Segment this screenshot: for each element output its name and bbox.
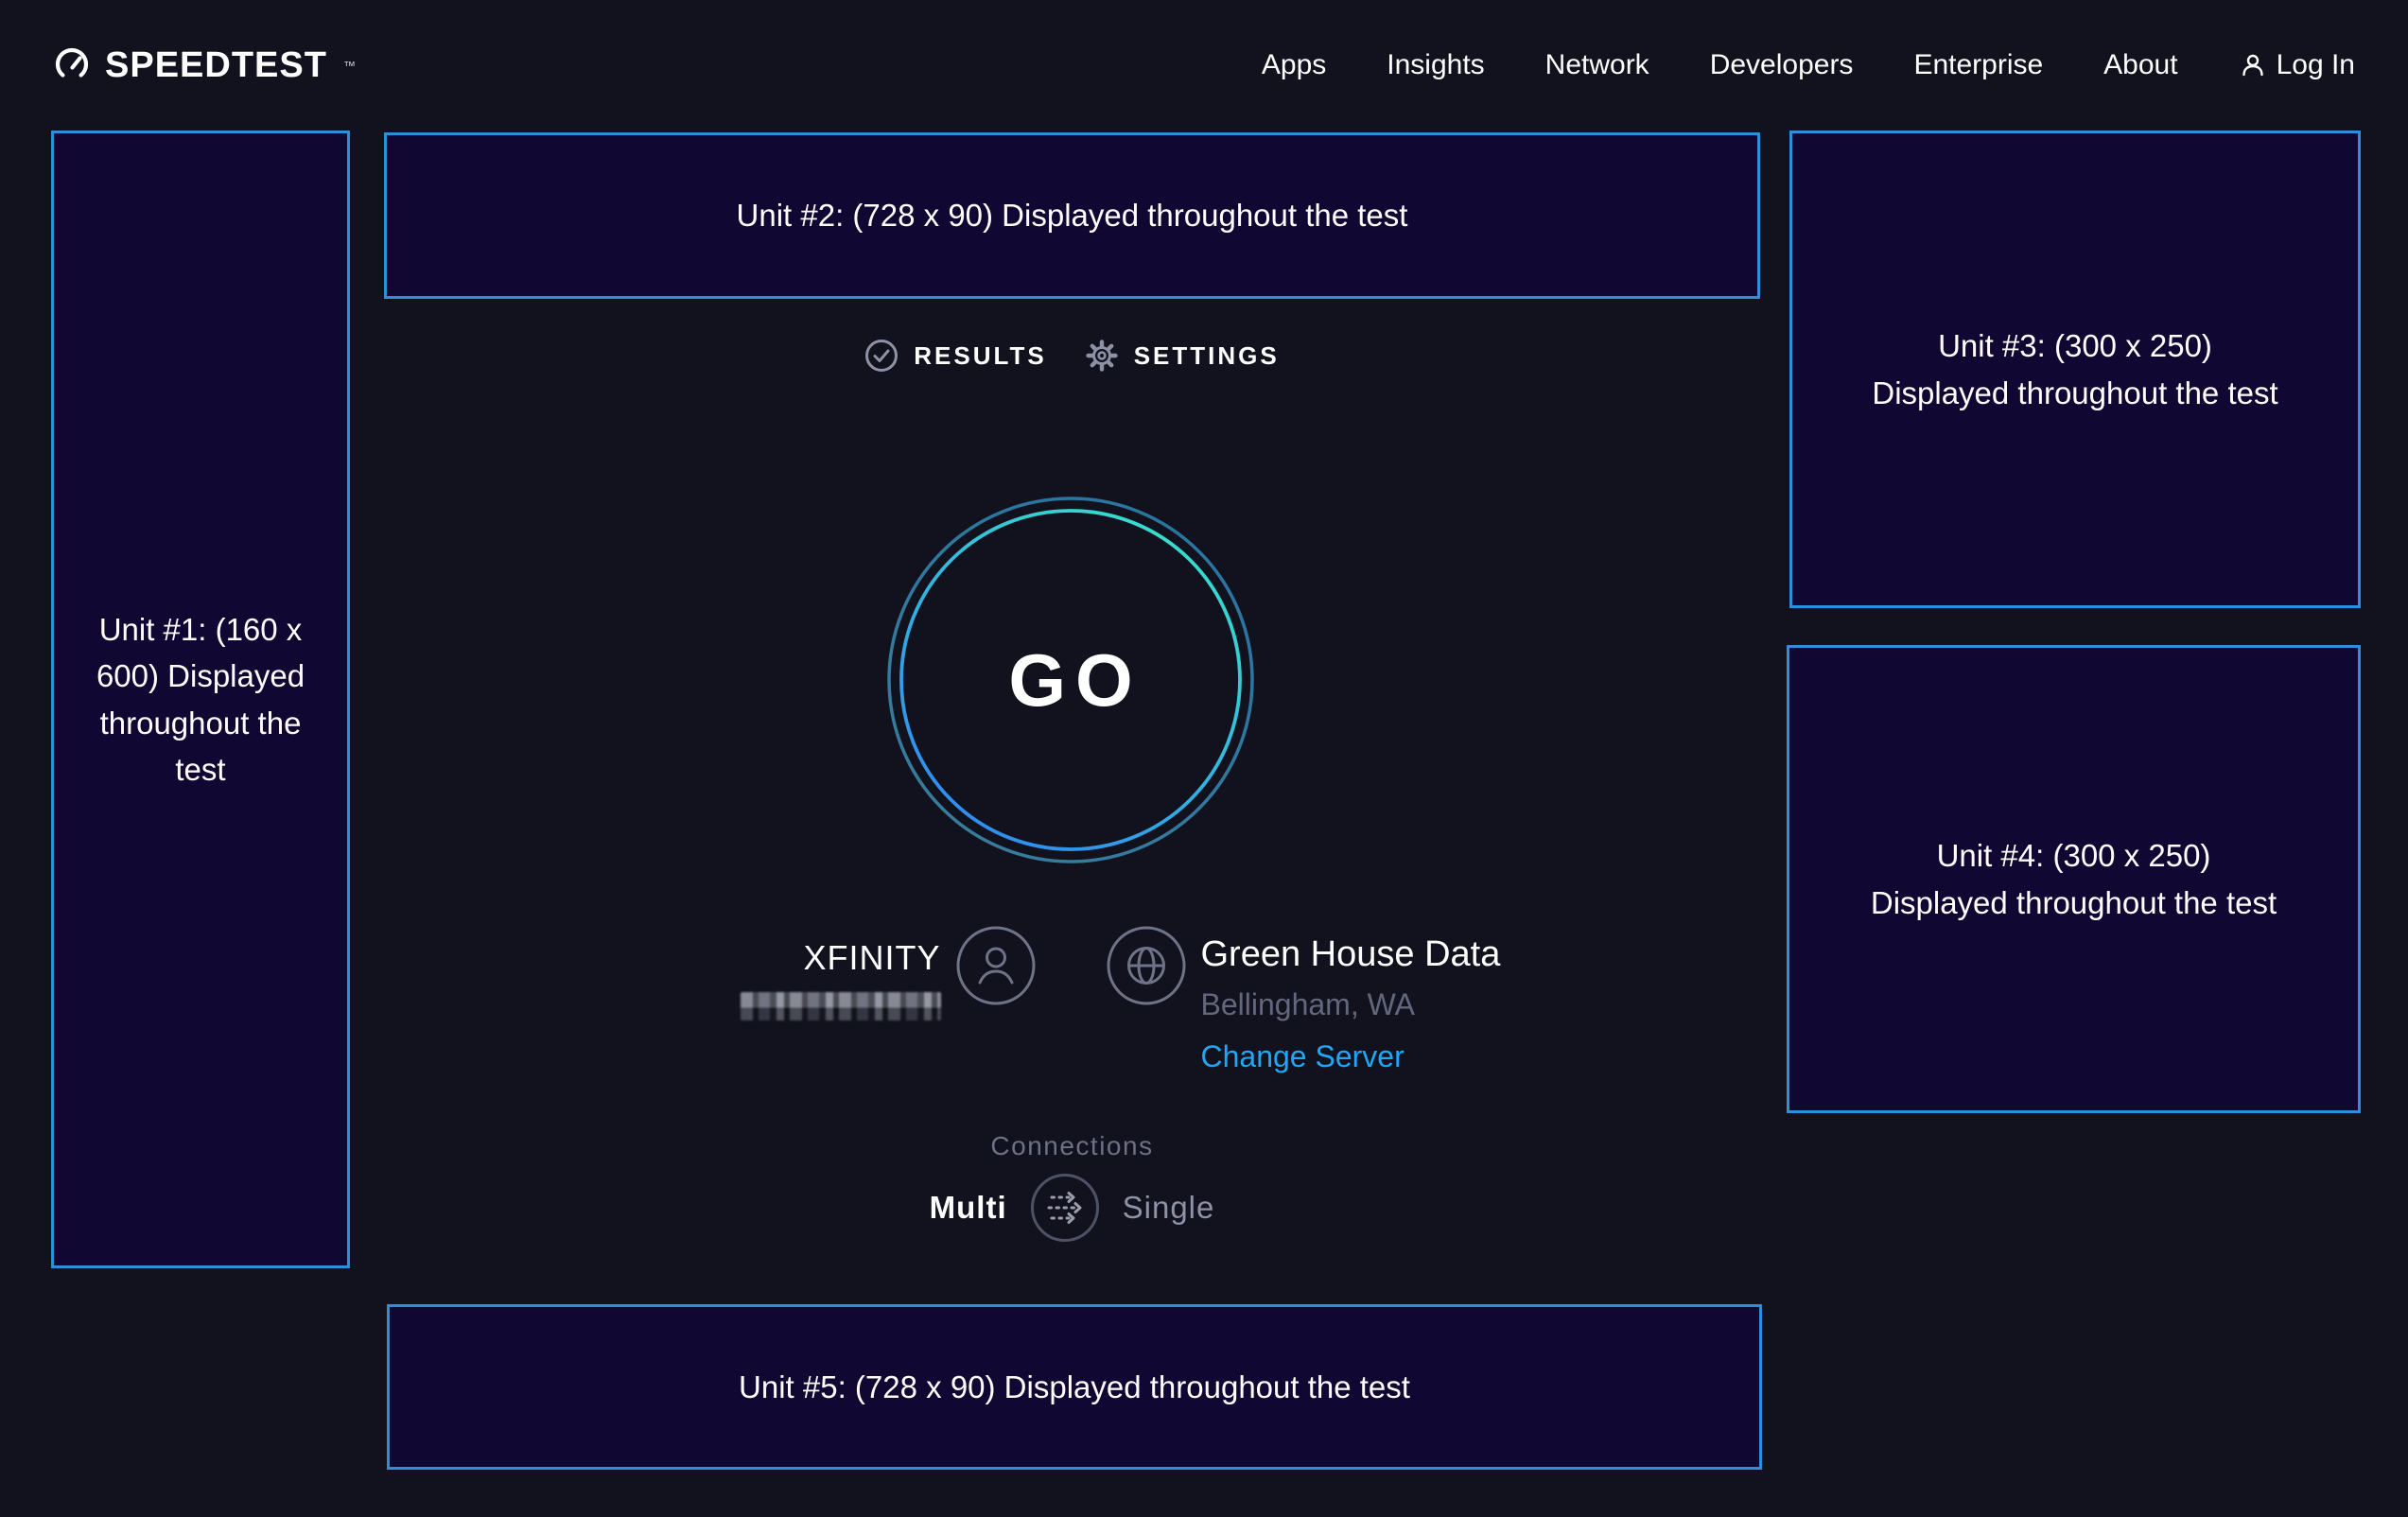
multi-arrows-icon: [1030, 1173, 1100, 1243]
tab-results[interactable]: RESULTS: [864, 339, 1046, 373]
test-meta: XFINITY Green Hous: [384, 926, 1760, 1074]
connections-label: Connections: [384, 1131, 1760, 1161]
ad-unit-4: Unit #4: (300 x 250) Displayed throughou…: [1787, 645, 2361, 1113]
ad-unit-1: Unit #1: (160 x 600) Displayed throughou…: [51, 131, 350, 1268]
main-nav: Apps Insights Network Developers Enterpr…: [1262, 49, 2355, 81]
tab-label: SETTINGS: [1134, 341, 1280, 371]
speedtest-logo[interactable]: SPEEDTEST ™: [53, 45, 356, 86]
isp-ip-redacted: [741, 992, 941, 1020]
multi-label[interactable]: Multi: [930, 1190, 1007, 1226]
change-server-link[interactable]: Change Server: [1201, 1039, 1405, 1074]
go-button[interactable]: GO: [884, 494, 1257, 866]
connections-section: Connections Multi: [384, 1131, 1760, 1243]
speedometer-icon: [53, 46, 91, 84]
globe-icon: [1107, 926, 1186, 1005]
ad-text: Unit #5: (728 x 90) Displayed throughout…: [739, 1364, 1410, 1411]
speedtest-page: SPEEDTEST ™ Apps Insights Network Develo…: [0, 0, 2408, 1517]
ad-unit-3: Unit #3: (300 x 250) Displayed throughou…: [1789, 131, 2361, 608]
nav-item-insights[interactable]: Insights: [1387, 49, 1484, 81]
go-label: GO: [884, 494, 1257, 866]
isp-block: XFINITY: [384, 926, 1073, 1074]
server-location: Bellingham, WA: [1201, 987, 1501, 1022]
nav-item-enterprise[interactable]: Enterprise: [1913, 49, 2043, 81]
ad-unit-2: Unit #2: (728 x 90) Displayed throughout…: [384, 132, 1760, 299]
server-name: Green House Data: [1201, 934, 1501, 975]
view-tabs: RESULTS: [384, 339, 1760, 373]
ad-text: Unit #4: (300 x 250) Displayed throughou…: [1865, 832, 2283, 926]
single-label[interactable]: Single: [1123, 1190, 1215, 1226]
nav-item-developers[interactable]: Developers: [1710, 49, 1854, 81]
nav-item-apps[interactable]: Apps: [1262, 49, 1326, 81]
ad-text: Unit #2: (728 x 90) Displayed throughout…: [737, 192, 1408, 239]
user-icon: [2239, 51, 2267, 79]
header: SPEEDTEST ™ Apps Insights Network Develo…: [0, 0, 2408, 131]
login-label: Log In: [2277, 49, 2355, 81]
user-circle-icon: [956, 926, 1036, 1005]
server-block: Green House Data Bellingham, WA Change S…: [1073, 926, 1761, 1074]
ad-unit-5: Unit #5: (728 x 90) Displayed throughout…: [387, 1304, 1762, 1470]
isp-name: XFINITY: [741, 938, 941, 978]
ad-text: Unit #1: (160 x 600) Displayed throughou…: [72, 606, 329, 793]
ad-text: Unit #3: (300 x 250) Displayed throughou…: [1866, 323, 2284, 416]
check-circle-icon: [864, 339, 899, 373]
login-button[interactable]: Log In: [2239, 49, 2355, 81]
brand-text: SPEEDTEST: [105, 45, 327, 86]
connections-toggle[interactable]: [1030, 1173, 1100, 1243]
tab-label: RESULTS: [914, 341, 1046, 371]
gear-icon: [1085, 339, 1119, 373]
nav-item-network[interactable]: Network: [1545, 49, 1649, 81]
trademark: ™: [343, 59, 356, 73]
tab-settings[interactable]: SETTINGS: [1085, 339, 1280, 373]
nav-item-about[interactable]: About: [2103, 49, 2177, 81]
